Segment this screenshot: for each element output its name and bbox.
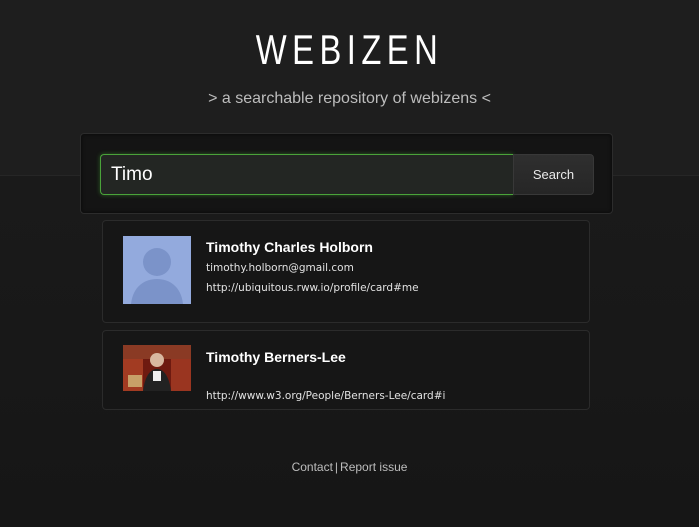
contact-link[interactable]: Contact [292, 460, 333, 474]
search-input[interactable] [100, 154, 513, 195]
result-card[interactable]: Timothy Charles Holborn timothy.holborn@… [102, 220, 590, 323]
result-uri[interactable]: http://www.w3.org/People/Berners-Lee/car… [206, 390, 445, 402]
search-panel: Search [80, 133, 613, 214]
result-name[interactable]: Timothy Berners-Lee [206, 349, 346, 365]
search-button[interactable]: Search [513, 154, 594, 195]
result-name[interactable]: Timothy Charles Holborn [206, 239, 373, 255]
photo-image [123, 345, 191, 391]
result-uri[interactable]: http://ubiquitous.rww.io/profile/card#me [206, 282, 419, 294]
person-silhouette-icon [123, 236, 191, 304]
report-issue-link[interactable]: Report issue [340, 460, 407, 474]
page: WEBIZEN > a searchable repository of web… [0, 0, 699, 527]
footer: Contact | Report issue [0, 460, 699, 474]
default-avatar-icon [123, 236, 191, 304]
footer-separator: | [334, 460, 339, 474]
profile-photo-icon [123, 345, 191, 391]
result-card[interactable]: Timothy Berners-Lee http://www.w3.org/Pe… [102, 330, 590, 410]
site-logo-text: WEBIZEN [255, 26, 444, 73]
result-email[interactable]: timothy.holborn@gmail.com [206, 262, 354, 274]
site-tagline: > a searchable repository of webizens < [208, 90, 491, 107]
